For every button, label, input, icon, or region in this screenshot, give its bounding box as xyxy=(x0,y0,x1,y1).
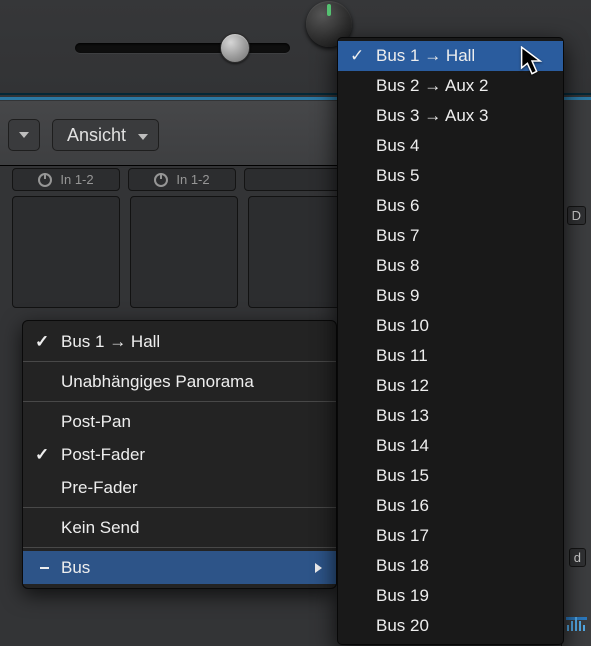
bus-menu-item[interactable]: Bus 10 xyxy=(338,311,563,341)
bus-menu-item[interactable]: Bus 15 xyxy=(338,461,563,491)
bus-menu-item-label: Bus 14 xyxy=(376,436,429,456)
bus-menu-item-label: Bus 10 xyxy=(376,316,429,336)
bus-menu-item-label: Bus 5 xyxy=(376,166,419,186)
chevron-down-icon xyxy=(19,132,29,138)
bus-menu-item[interactable]: Bus 18 xyxy=(338,551,563,581)
bus-menu-item-label: Bus 11 xyxy=(376,346,428,366)
bus-menu-item-label: Bus 6 xyxy=(376,196,419,216)
bus-menu-item-label: Bus 16 xyxy=(376,496,429,516)
menu-separator xyxy=(23,361,336,362)
bus-menu-item[interactable]: Bus 9 xyxy=(338,281,563,311)
menu-item-independent-pan[interactable]: Unabhängiges Panorama xyxy=(23,365,336,398)
menu-separator xyxy=(23,401,336,402)
bus-menu-item[interactable]: Bus 20 xyxy=(338,611,563,641)
insert-slot[interactable] xyxy=(12,196,120,308)
checkmark-icon: ✓ xyxy=(35,445,49,465)
menu-item-bus-assignment[interactable]: ✓ Bus 1 → Hall xyxy=(23,325,336,358)
menu-item-label: Bus xyxy=(61,558,90,578)
bus-menu-item-label: Bus 9 xyxy=(376,286,419,306)
bus-menu-item[interactable]: Bus 7 xyxy=(338,221,563,251)
bus-menu-item-label: Bus 20 xyxy=(376,616,429,636)
submenu-arrow-icon xyxy=(315,563,322,573)
volume-slider-track[interactable] xyxy=(75,43,290,53)
bus-menu-item[interactable]: Bus 3 → Aux 3 xyxy=(338,101,563,131)
bus-menu-item[interactable]: Bus 19 xyxy=(338,581,563,611)
channel-input-cell[interactable]: In 1-2 xyxy=(128,168,236,191)
bus-menu-item-label: Bus 7 xyxy=(376,226,419,246)
send-context-menu: ✓ Bus 1 → Hall Unabhängiges Panorama Pos… xyxy=(22,320,337,589)
bus-menu-item-label: Bus 2 → Aux 2 xyxy=(376,76,488,96)
channel-input-label: In 1-2 xyxy=(60,172,93,187)
view-dropdown[interactable]: Ansicht xyxy=(52,119,159,151)
menu-item-label: Post-Fader xyxy=(61,445,145,465)
bus-submenu: ✓ Bus 1 → Hall Bus 2 → Aux 2 Bus 3 → Aux 3 B… xyxy=(337,37,564,645)
checkmark-icon: ✓ xyxy=(35,332,49,352)
bus-menu-item-label: Bus 12 xyxy=(376,376,429,396)
checkmark-icon: ✓ xyxy=(350,46,364,66)
menu-item-label: Unabhängiges Panorama xyxy=(61,372,254,392)
bus-menu-item-label: Bus 1 → Hall xyxy=(376,46,475,66)
disclosure-button[interactable] xyxy=(8,119,40,151)
send-knob-icon xyxy=(154,173,168,187)
bus-menu-item[interactable]: Bus 11 xyxy=(338,341,563,371)
volume-slider-thumb[interactable] xyxy=(220,33,250,63)
bus-menu-item-label: Bus 3 → Aux 3 xyxy=(376,106,488,126)
bus-menu-item[interactable]: Bus 8 xyxy=(338,251,563,281)
bus-menu-item[interactable]: Bus 12 xyxy=(338,371,563,401)
bus-menu-item-label: Bus 18 xyxy=(376,556,429,576)
chevron-down-icon xyxy=(138,134,148,140)
menu-item-pre-fader[interactable]: Pre-Fader xyxy=(23,471,336,504)
menu-item-label: Post-Pan xyxy=(61,412,131,432)
menu-item-label: Pre-Fader xyxy=(61,478,138,498)
bus-menu-item[interactable]: Bus 17 xyxy=(338,521,563,551)
bus-menu-item-label: Bus 8 xyxy=(376,256,419,276)
menu-separator xyxy=(23,547,336,548)
menu-item-no-send[interactable]: Kein Send xyxy=(23,511,336,544)
bus-menu-item-label: Bus 15 xyxy=(376,466,429,486)
bus-menu-item[interactable]: Bus 14 xyxy=(338,431,563,461)
right-badge[interactable]: D xyxy=(567,206,586,225)
view-dropdown-label: Ansicht xyxy=(67,125,126,146)
insert-slot[interactable] xyxy=(130,196,238,308)
menu-item-label: Kein Send xyxy=(61,518,139,538)
channel-input-cell[interactable] xyxy=(244,168,352,191)
menu-item-bus-submenu[interactable]: Bus xyxy=(23,551,336,584)
bus-menu-item[interactable]: Bus 13 xyxy=(338,401,563,431)
cursor-icon xyxy=(520,46,544,76)
menu-item-label: Bus 1 → Hall xyxy=(61,332,160,352)
bus-menu-item-label: Bus 17 xyxy=(376,526,429,546)
bus-menu-item[interactable]: Bus 4 xyxy=(338,131,563,161)
menu-separator xyxy=(23,507,336,508)
bus-menu-item[interactable]: Bus 16 xyxy=(338,491,563,521)
menu-item-post-pan[interactable]: Post-Pan xyxy=(23,405,336,438)
bus-menu-item[interactable]: Bus 6 xyxy=(338,191,563,221)
send-knob-icon xyxy=(38,173,52,187)
meter-icon xyxy=(567,617,585,631)
bus-menu-item-label: Bus 4 xyxy=(376,136,419,156)
menu-item-post-fader[interactable]: ✓ Post-Fader xyxy=(23,438,336,471)
right-badge[interactable]: d xyxy=(569,548,586,567)
mixed-indicator-icon xyxy=(40,567,49,569)
channel-input-cell[interactable]: In 1-2 xyxy=(12,168,120,191)
bus-menu-item-label: Bus 19 xyxy=(376,586,429,606)
channel-input-label: In 1-2 xyxy=(176,172,209,187)
bus-menu-item[interactable]: Bus 5 xyxy=(338,161,563,191)
pan-knob-indicator xyxy=(327,4,331,16)
bus-menu-item-label: Bus 13 xyxy=(376,406,429,426)
